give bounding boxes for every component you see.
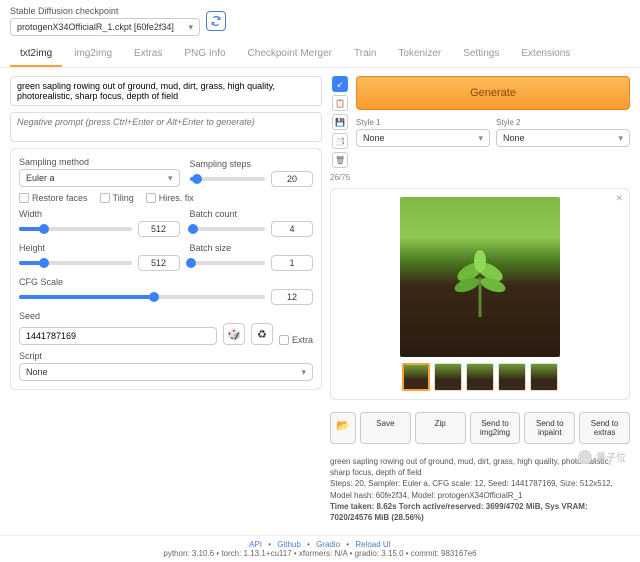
seed-input[interactable]	[19, 327, 217, 345]
footer: API • Github • Gradio • Reload UI python…	[0, 535, 640, 562]
thumbnail-5[interactable]	[530, 363, 558, 391]
width-slider[interactable]	[19, 227, 132, 231]
folder-icon: 📂	[336, 420, 350, 432]
extra-seed-checkbox[interactable]: Extra	[279, 335, 313, 345]
delete-button[interactable]: 🗑	[332, 152, 348, 168]
tab-img2img[interactable]: img2img	[64, 42, 122, 67]
tab-txt2img[interactable]: txt2img	[10, 42, 62, 67]
tiling-checkbox[interactable]: Tiling	[100, 193, 134, 203]
send-img2img-button[interactable]: Send to img2img	[470, 412, 521, 444]
main-tabs: txt2img img2img Extras PNG Info Checkpoi…	[0, 42, 640, 68]
trash-icon: 🗑	[335, 156, 345, 165]
tab-settings[interactable]: Settings	[453, 42, 509, 67]
script-label: Script	[19, 351, 313, 361]
batch-count-label: Batch count	[190, 209, 313, 219]
reuse-seed-button[interactable]: ♻	[251, 323, 273, 345]
seed-label: Seed	[19, 311, 313, 321]
recycle-icon: ♻	[257, 328, 267, 341]
generate-button[interactable]: Generate	[356, 76, 630, 110]
sampling-method-select[interactable]: Euler a	[19, 169, 180, 187]
footer-api-link[interactable]: API	[249, 540, 262, 549]
sampling-steps-slider[interactable]	[190, 177, 265, 181]
checkpoint-label: Stable Diffusion checkpoint	[10, 6, 200, 16]
close-preview-button[interactable]: ✕	[615, 193, 623, 204]
batch-count-slider[interactable]	[190, 227, 265, 231]
batch-count-value[interactable]: 4	[271, 221, 313, 237]
style2-label: Style 2	[496, 118, 630, 127]
save-icon: 💾	[335, 118, 345, 127]
thumbnail-2[interactable]	[434, 363, 462, 391]
cfg-value[interactable]: 12	[271, 289, 313, 305]
open-folder-button[interactable]: 📂	[330, 412, 356, 444]
negative-prompt-input[interactable]	[10, 112, 322, 142]
style1-label: Style 1	[356, 118, 490, 127]
prompt-input[interactable]: green sapling rowing out of ground, mud,…	[10, 76, 322, 106]
footer-github-link[interactable]: Github	[277, 540, 301, 549]
footer-reload-link[interactable]: Reload UI	[355, 540, 391, 549]
height-label: Height	[19, 243, 180, 253]
interrogate-button[interactable]: ↙	[332, 76, 348, 92]
tab-train[interactable]: Train	[344, 42, 386, 67]
clear-prompt-button[interactable]: 📋	[332, 95, 348, 111]
thumbnail-4[interactable]	[498, 363, 526, 391]
clipboard-icon: 📋	[335, 99, 345, 108]
footer-gradio-link[interactable]: Gradio	[316, 540, 340, 549]
style1-select[interactable]: None	[356, 129, 490, 147]
tab-extras[interactable]: Extras	[124, 42, 172, 67]
tab-tokenizer[interactable]: Tokenizer	[388, 42, 451, 67]
dice-icon: 🎲	[227, 328, 241, 341]
generated-image[interactable]	[400, 197, 560, 357]
preview-panel: ✕	[330, 188, 630, 400]
restore-faces-checkbox[interactable]: Restore faces	[19, 193, 88, 203]
version-info: python: 3.10.6 • torch: 1.13.1+cu117 • x…	[4, 549, 636, 558]
batch-size-slider[interactable]	[190, 261, 265, 265]
sampling-steps-value[interactable]: 20	[271, 171, 313, 187]
thumbnail-3[interactable]	[466, 363, 494, 391]
apply-style-button[interactable]: 📑	[332, 133, 348, 149]
width-label: Width	[19, 209, 180, 219]
save-style-button[interactable]: 💾	[332, 114, 348, 130]
token-counter: 26/75	[330, 173, 350, 182]
batch-size-value[interactable]: 1	[271, 255, 313, 271]
refresh-icon	[211, 16, 221, 26]
arrow-icon: ↙	[337, 80, 344, 89]
width-value[interactable]: 512	[138, 221, 180, 237]
generation-info: green sapling rowing out of ground, mud,…	[330, 456, 630, 523]
sampling-method-label: Sampling method	[19, 157, 180, 167]
zip-button[interactable]: Zip	[415, 412, 466, 444]
checkpoint-select[interactable]: protogenX34OfficialR_1.ckpt [60fe2f34]	[10, 18, 200, 36]
sampling-steps-label: Sampling steps	[190, 159, 313, 169]
thumbnail-1[interactable]	[402, 363, 430, 391]
paint-icon: 📑	[335, 137, 345, 146]
reload-checkpoint-button[interactable]	[206, 11, 226, 31]
height-value[interactable]: 512	[138, 255, 180, 271]
hires-fix-checkbox[interactable]: Hires. fix	[146, 193, 194, 203]
watermark: 量子位	[578, 449, 626, 464]
tab-checkpoint-merger[interactable]: Checkpoint Merger	[238, 42, 342, 67]
random-seed-button[interactable]: 🎲	[223, 323, 245, 345]
send-inpaint-button[interactable]: Send to inpaint	[524, 412, 575, 444]
tab-pnginfo[interactable]: PNG Info	[174, 42, 235, 67]
style2-select[interactable]: None	[496, 129, 630, 147]
tab-extensions[interactable]: Extensions	[511, 42, 580, 67]
cfg-slider[interactable]	[19, 295, 265, 299]
send-extras-button[interactable]: Send to extras	[579, 412, 630, 444]
cfg-label: CFG Scale	[19, 277, 313, 287]
height-slider[interactable]	[19, 261, 132, 265]
batch-size-label: Batch size	[190, 243, 313, 253]
save-button[interactable]: Save	[360, 412, 411, 444]
script-select[interactable]: None	[19, 363, 313, 381]
